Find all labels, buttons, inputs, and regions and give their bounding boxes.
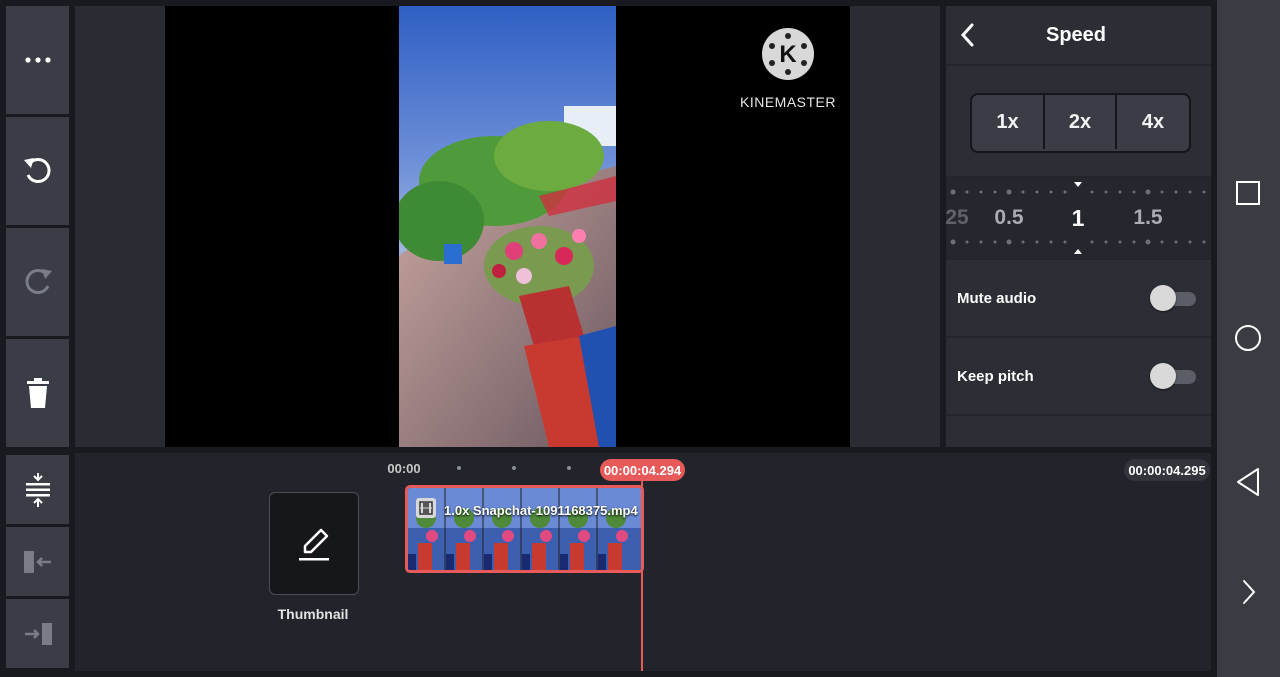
- playhead-time: 00:00:04.294: [600, 459, 685, 481]
- timeline-end-time: 00:00:04.295: [1124, 459, 1210, 481]
- trim-right-icon: [24, 622, 52, 645]
- scale-label-current: 1: [1071, 205, 1085, 231]
- preset-4x-button[interactable]: 4x: [1117, 95, 1189, 149]
- chevron-right-icon: [1243, 580, 1256, 604]
- kinemaster-watermark: KINEMASTER: [739, 94, 836, 110]
- split-track-icon: [25, 472, 50, 507]
- more-button[interactable]: [6, 6, 69, 114]
- ruler-tick: [512, 466, 516, 470]
- svg-text:K: K: [779, 41, 797, 68]
- keep-pitch-toggle[interactable]: [1150, 363, 1196, 389]
- keep-pitch-row: Keep pitch: [946, 338, 1211, 414]
- delete-button[interactable]: [6, 339, 69, 447]
- back-button[interactable]: [954, 20, 984, 50]
- recents-button[interactable]: [1233, 178, 1263, 208]
- undo-icon: [23, 158, 51, 183]
- ruler-tick: [567, 466, 571, 470]
- clip-label: 1.0x Snapchat-1091168375.mp4: [444, 503, 638, 518]
- square-icon: [1236, 181, 1260, 205]
- trim-right-button[interactable]: [6, 599, 69, 668]
- back-nav-button[interactable]: [1233, 466, 1263, 498]
- redo-button[interactable]: [6, 228, 69, 336]
- more-dots-icon: [24, 57, 51, 63]
- redo-icon: [24, 269, 52, 294]
- scale-label: 0.5: [994, 206, 1024, 229]
- playhead-line[interactable]: [641, 478, 643, 671]
- triangle-back-icon: [1237, 468, 1259, 496]
- undo-button[interactable]: [6, 117, 69, 225]
- thumbnail-button[interactable]: [269, 492, 359, 595]
- trim-left-button[interactable]: [6, 527, 69, 596]
- speed-dial[interactable]: 25 0.5 1 1.5: [945, 178, 1211, 258]
- video-clip[interactable]: 1.0x Snapchat-1091168375.mp4: [405, 485, 644, 573]
- trash-icon: [26, 378, 49, 408]
- speed-presets: 1x 2x 4x: [970, 93, 1191, 153]
- kinemaster-logo: K: [760, 26, 816, 82]
- chevron-left-icon: [960, 23, 974, 47]
- scale-label: 1.5: [1133, 206, 1163, 229]
- scale-label: 25: [945, 206, 969, 229]
- ruler-tick: [457, 466, 461, 470]
- mute-audio-row: Mute audio: [946, 260, 1211, 336]
- speed-panel: Speed 1x 2x 4x 25 0.5 1 1.5 Mute audio K…: [945, 6, 1211, 447]
- mute-audio-label: Mute audio: [957, 290, 1037, 307]
- keep-pitch-label: Keep pitch: [957, 368, 1034, 385]
- panel-title: Speed: [1045, 24, 1107, 46]
- split-button[interactable]: [6, 455, 69, 524]
- preset-2x-button[interactable]: 2x: [1045, 95, 1115, 149]
- video-frame: [399, 6, 616, 447]
- trim-left-icon: [23, 550, 51, 573]
- timeline-start-time: 00:00: [387, 461, 421, 476]
- pencil-icon: [299, 528, 329, 560]
- circle-icon: [1235, 325, 1261, 351]
- preset-1x-button[interactable]: 1x: [972, 95, 1043, 149]
- home-button[interactable]: [1233, 323, 1263, 353]
- expand-button[interactable]: [1236, 577, 1260, 607]
- film-strip-icon: [416, 498, 436, 518]
- mute-audio-toggle[interactable]: [1150, 285, 1196, 311]
- thumbnail-label: Thumbnail: [277, 606, 349, 622]
